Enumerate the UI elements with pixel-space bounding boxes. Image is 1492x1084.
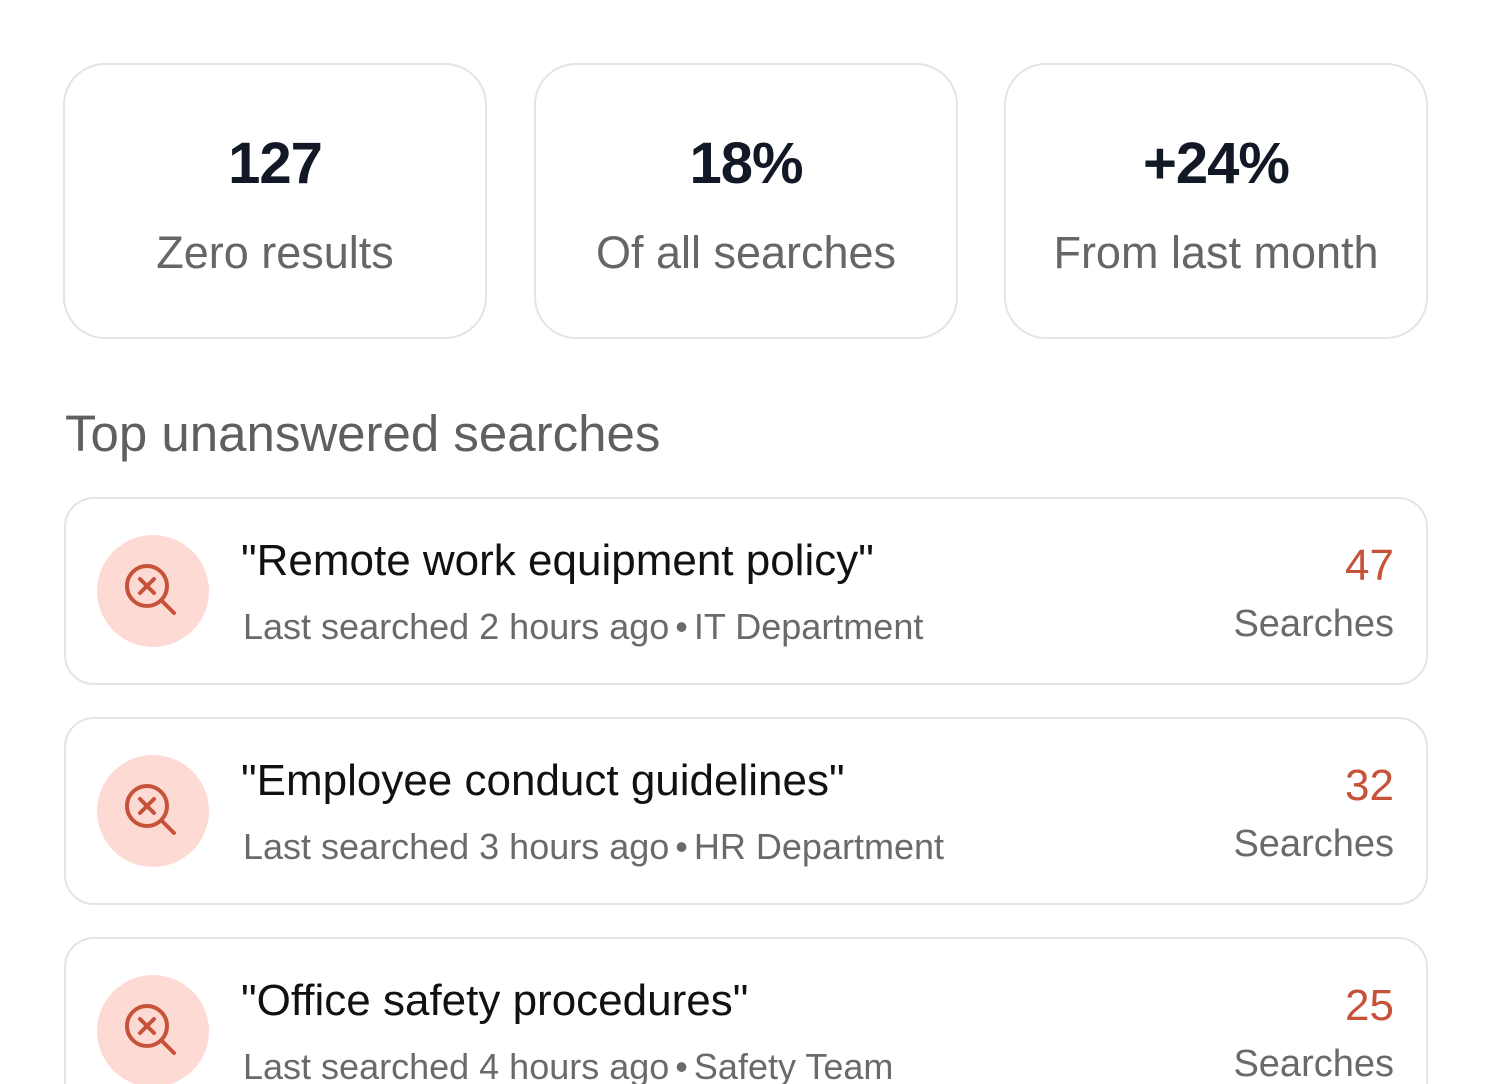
search-x-icon bbox=[97, 755, 209, 867]
search-query: "Employee conduct guidelines" bbox=[241, 756, 845, 805]
search-row[interactable]: "Office safety procedures" Last searched… bbox=[64, 937, 1428, 1084]
search-row[interactable]: "Remote work equipment policy" Last sear… bbox=[64, 497, 1428, 685]
search-query: "Remote work equipment policy" bbox=[241, 536, 874, 585]
stat-value: 127 bbox=[228, 131, 323, 196]
search-count-label: Searches bbox=[1233, 1043, 1394, 1084]
search-meta: Last searched 4 hours ago • Safety Team bbox=[243, 1044, 893, 1084]
stats-row: 127 Zero results 18% Of all searches +24… bbox=[63, 63, 1429, 341]
search-count: 47 bbox=[1345, 541, 1394, 590]
search-count-label: Searches bbox=[1233, 823, 1394, 865]
stat-label: Zero results bbox=[156, 227, 394, 278]
page: 127 Zero results 18% Of all searches +24… bbox=[0, 0, 1492, 1084]
search-count: 25 bbox=[1345, 981, 1394, 1030]
search-meta: Last searched 2 hours ago • IT Department bbox=[243, 606, 924, 647]
search-meta: Last searched 3 hours ago • HR Department bbox=[243, 826, 944, 867]
stat-label: From last month bbox=[1053, 227, 1379, 278]
search-x-icon bbox=[97, 535, 209, 647]
search-source: IT Department bbox=[693, 606, 924, 647]
search-source: HR Department bbox=[693, 826, 944, 867]
last-searched: Last searched 3 hours ago bbox=[243, 826, 670, 867]
search-x-icon bbox=[97, 975, 209, 1084]
stat-card-change: +24% From last month bbox=[1004, 63, 1428, 339]
section-title: Top unanswered searches bbox=[65, 405, 661, 462]
search-query: "Office safety procedures" bbox=[241, 976, 749, 1025]
stat-value: 18% bbox=[689, 131, 803, 196]
last-searched: Last searched 4 hours ago bbox=[243, 1046, 670, 1084]
last-searched: Last searched 2 hours ago bbox=[243, 606, 670, 647]
search-row[interactable]: "Employee conduct guidelines" Last searc… bbox=[64, 717, 1428, 905]
search-count-label: Searches bbox=[1233, 603, 1394, 645]
search-source: Safety Team bbox=[693, 1046, 894, 1084]
stat-value: +24% bbox=[1143, 131, 1290, 196]
stat-card-share: 18% Of all searches bbox=[534, 63, 958, 339]
stat-label: Of all searches bbox=[595, 227, 897, 278]
stat-card-zero-results: 127 Zero results bbox=[63, 63, 487, 339]
search-count: 32 bbox=[1345, 761, 1394, 810]
